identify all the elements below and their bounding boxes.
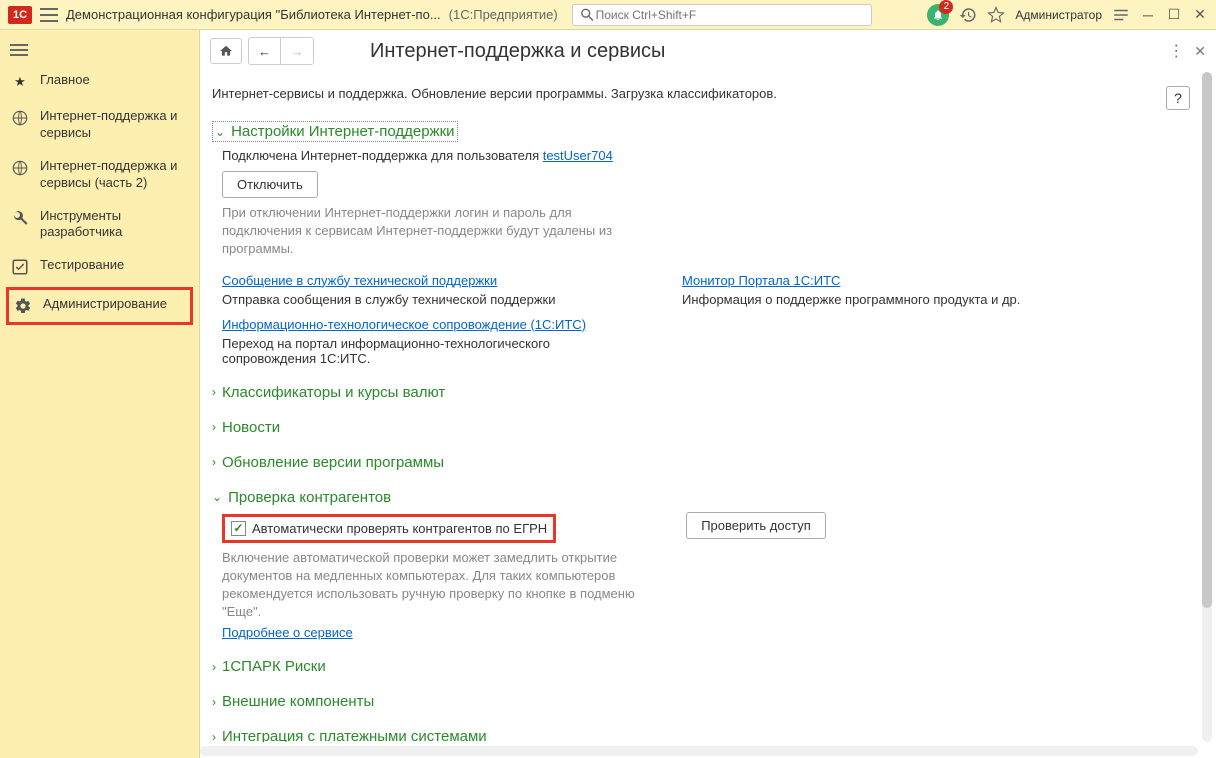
chevron-right-icon: › xyxy=(212,730,216,742)
chevron-right-icon: › xyxy=(212,420,216,434)
page-description: Интернет-сервисы и поддержка. Обновление… xyxy=(212,86,1198,101)
section-label: Проверка контрагентов xyxy=(228,489,391,506)
notifications-icon[interactable]: 2 xyxy=(927,4,949,26)
sidebar: ★ Главное Интернет-поддержка и сервисы И… xyxy=(0,30,200,758)
chevron-down-icon: ⌄ xyxy=(215,125,225,139)
globe-icon xyxy=(10,158,30,178)
link-its-monitor[interactable]: Монитор Портала 1С:ИТС xyxy=(682,273,840,288)
section-payment-integration[interactable]: › Интеграция с платежными системами xyxy=(212,728,1198,742)
maximize-button[interactable]: ☐ xyxy=(1166,7,1182,23)
link-tech-support[interactable]: Сообщение в службу технической поддержки xyxy=(222,273,497,288)
link-its[interactable]: Информационно-технологическое сопровожде… xyxy=(222,317,586,332)
logo-1c: 1C xyxy=(8,6,32,24)
auto-check-row[interactable]: Автоматически проверять контрагентов по … xyxy=(222,514,556,543)
sidebar-label: Интернет-поддержка и сервисы xyxy=(40,108,189,142)
section-label: Новости xyxy=(222,419,280,436)
history-icon[interactable] xyxy=(959,6,977,24)
sidebar-label: Главное xyxy=(40,72,90,89)
wrench-icon xyxy=(10,208,30,228)
star-filled-icon: ★ xyxy=(10,72,30,92)
chevron-right-icon: › xyxy=(212,695,216,709)
search-icon xyxy=(579,6,596,24)
close-tab-button[interactable]: ✕ xyxy=(1194,43,1206,60)
app-title: Демонстрационная конфигурация "Библиотек… xyxy=(66,7,441,22)
section-internet-support-settings[interactable]: ⌄ Настройки Интернет-поддержки xyxy=(212,121,458,142)
scroll-body: Интернет-сервисы и поддержка. Обновление… xyxy=(200,72,1198,742)
forward-button[interactable]: → xyxy=(281,38,313,64)
counterparty-hint: Включение автоматической проверки может … xyxy=(222,549,652,622)
sidebar-item-administration[interactable]: Администрирование xyxy=(6,287,193,325)
sidebar-label: Тестирование xyxy=(40,257,124,274)
section-label: Настройки Интернет-поддержки xyxy=(231,123,454,140)
sidebar-label: Инструменты разработчика xyxy=(40,208,189,242)
section-label: 1СПАРК Риски xyxy=(222,658,326,675)
sidebar-label: Администрирование xyxy=(43,296,167,313)
chevron-down-icon: ⌄ xyxy=(212,490,222,504)
disable-hint: При отключении Интернет-поддержки логин … xyxy=(222,204,622,259)
section-label: Классификаторы и курсы валют xyxy=(222,384,445,401)
link-its-monitor-desc: Информация о поддержке программного прод… xyxy=(682,292,1102,307)
section-label: Интеграция с платежными системами xyxy=(222,728,487,742)
sidebar-item-internet-support-2[interactable]: Интернет-поддержка и сервисы (часть 2) xyxy=(0,150,199,200)
sidebar-item-internet-support[interactable]: Интернет-поддержка и сервисы xyxy=(0,100,199,150)
chevron-right-icon: › xyxy=(212,455,216,469)
chevron-right-icon: › xyxy=(212,660,216,674)
check-access-button[interactable]: Проверить доступ xyxy=(686,512,826,539)
minimize-button[interactable]: ─ xyxy=(1140,7,1156,23)
star-icon[interactable] xyxy=(987,6,1005,24)
section-label: Обновление версии программы xyxy=(222,454,444,471)
nav-group: ← → xyxy=(248,37,314,65)
sidebar-item-testing[interactable]: Тестирование xyxy=(0,249,199,285)
toolbar: ← → Интернет-поддержка и сервисы ⋮ ✕ xyxy=(200,30,1216,72)
vertical-scrollbar[interactable] xyxy=(1202,72,1212,742)
settings-lines-icon[interactable] xyxy=(1112,6,1130,24)
sidebar-label: Интернет-поддержка и сервисы (часть 2) xyxy=(40,158,189,192)
section-news[interactable]: › Новости xyxy=(212,419,1198,436)
disable-button[interactable]: Отключить xyxy=(222,171,318,198)
sidebar-item-main[interactable]: ★ Главное xyxy=(0,64,199,100)
back-button[interactable]: ← xyxy=(249,38,281,64)
page-title: Интернет-поддержка и сервисы xyxy=(370,40,665,63)
globe-icon xyxy=(10,108,30,128)
auto-check-label: Автоматически проверять контрагентов по … xyxy=(252,521,547,536)
check-icon xyxy=(10,257,30,277)
close-button[interactable]: ✕ xyxy=(1192,7,1208,23)
link-tech-support-desc: Отправка сообщения в службу технической … xyxy=(222,292,642,307)
menu-icon[interactable] xyxy=(40,8,58,22)
notification-count: 2 xyxy=(939,0,953,14)
search-box[interactable] xyxy=(572,4,872,26)
section-spark[interactable]: › 1СПАРК Риски xyxy=(212,658,1198,675)
horizontal-scrollbar[interactable] xyxy=(200,746,1198,756)
section-counterparty[interactable]: ⌄ Проверка контрагентов xyxy=(212,489,1198,506)
section-update[interactable]: › Обновление версии программы xyxy=(212,454,1198,471)
titlebar: 1C Демонстрационная конфигурация "Библио… xyxy=(0,0,1216,30)
more-icon[interactable]: ⋮ xyxy=(1168,41,1184,61)
search-input[interactable] xyxy=(596,8,865,22)
support-connected-text: Подключена Интернет-поддержка для пользо… xyxy=(222,148,1198,163)
scrollbar-thumb[interactable] xyxy=(1202,72,1212,608)
support-user-link[interactable]: testUser704 xyxy=(543,148,613,163)
section-classifiers[interactable]: › Классификаторы и курсы валют xyxy=(212,384,1198,401)
link-its-desc: Переход на портал информационно-технолог… xyxy=(222,336,562,366)
user-label[interactable]: Администратор xyxy=(1015,8,1102,22)
sidebar-toggle[interactable] xyxy=(0,36,199,64)
sidebar-item-dev-tools[interactable]: Инструменты разработчика xyxy=(0,200,199,250)
auto-check-checkbox[interactable] xyxy=(231,521,246,536)
section-external-components[interactable]: › Внешние компоненты xyxy=(212,693,1198,710)
content-area: ← → Интернет-поддержка и сервисы ⋮ ✕ ? И… xyxy=(200,30,1216,758)
section-label: Внешние компоненты xyxy=(222,693,374,710)
home-button[interactable] xyxy=(210,38,242,64)
chevron-right-icon: › xyxy=(212,385,216,399)
counterparty-more-link[interactable]: Подробнее о сервисе xyxy=(222,625,353,640)
gear-icon xyxy=(13,296,33,316)
app-subtitle: (1С:Предприятие) xyxy=(449,7,558,22)
